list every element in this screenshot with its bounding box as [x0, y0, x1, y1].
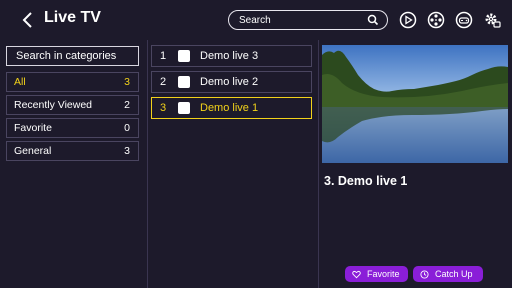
- category-count: 2: [124, 99, 130, 111]
- channel-number: 3: [160, 102, 167, 114]
- heart-icon: [352, 270, 361, 279]
- video-preview[interactable]: [322, 45, 508, 163]
- gamepad-icon[interactable]: [454, 10, 474, 30]
- category-item-all[interactable]: All 3: [6, 72, 139, 92]
- film-reel-icon[interactable]: [426, 10, 446, 30]
- settings-gear-icon[interactable]: [482, 10, 502, 30]
- category-search-field[interactable]: Search in categories: [6, 46, 139, 66]
- category-label: All: [14, 76, 26, 88]
- channel-name: Demo live 1: [200, 102, 259, 114]
- page-title: Live TV: [44, 9, 101, 26]
- channel-logo: [178, 50, 190, 62]
- category-label: Recently Viewed: [14, 99, 93, 111]
- channel-item[interactable]: 1 Demo live 3: [151, 45, 312, 67]
- favorite-button[interactable]: Favorite: [345, 266, 408, 282]
- play-circle-icon[interactable]: [398, 10, 418, 30]
- category-count: 3: [124, 145, 130, 157]
- search-icon[interactable]: [367, 14, 379, 26]
- header-bar: Live TV: [0, 0, 512, 40]
- category-item-general[interactable]: General 3: [6, 141, 139, 161]
- search-input[interactable]: [239, 13, 359, 27]
- category-item-favorite[interactable]: Favorite 0: [6, 118, 139, 138]
- category-count: 3: [124, 76, 130, 88]
- catch-up-button[interactable]: Catch Up: [413, 266, 483, 282]
- category-count: 0: [124, 122, 130, 134]
- channel-item[interactable]: 2 Demo live 2: [151, 71, 312, 93]
- now-playing-title: 3. Demo live 1: [324, 174, 408, 188]
- channel-number: 2: [160, 76, 167, 88]
- favorite-label: Favorite: [367, 269, 400, 279]
- channel-logo: [178, 76, 190, 88]
- channel-name: Demo live 2: [200, 76, 259, 88]
- channel-logo: [178, 102, 190, 114]
- preview-panel: 3. Demo live 1 Favorite Catch Up: [318, 40, 512, 288]
- catch-up-label: Catch Up: [435, 269, 473, 279]
- category-panel: Search in categories All 3 Recently View…: [0, 40, 146, 288]
- channel-name: Demo live 3: [200, 50, 259, 62]
- channel-list: 1 Demo live 3 2 Demo live 2 3 Demo live …: [147, 40, 319, 288]
- back-arrow-icon[interactable]: [20, 10, 36, 30]
- search-box[interactable]: [228, 10, 388, 30]
- category-label: Favorite: [14, 122, 52, 134]
- channel-number: 1: [160, 50, 167, 62]
- category-label: General: [14, 145, 52, 157]
- category-item-recently-viewed[interactable]: Recently Viewed 2: [6, 95, 139, 115]
- clock-icon: [420, 270, 429, 279]
- channel-item-selected[interactable]: 3 Demo live 1: [151, 97, 312, 119]
